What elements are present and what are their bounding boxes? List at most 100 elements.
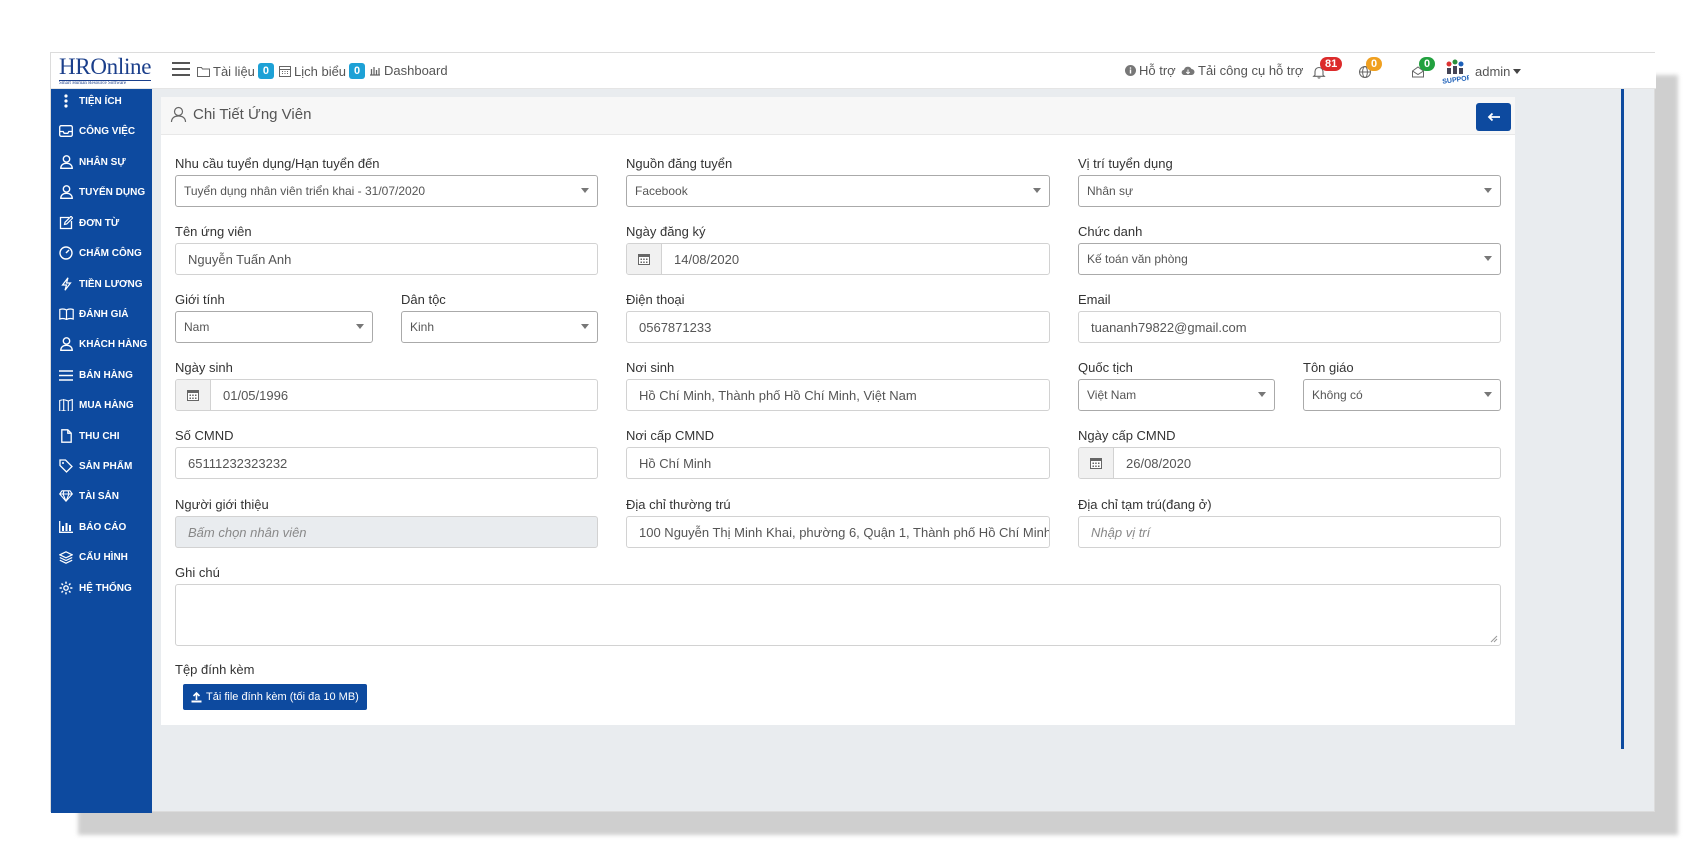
demand-select[interactable]: Tuyển dụng nhân viên triển khai - 31/07/… [175, 175, 598, 207]
brand-logo[interactable]: HROnline Smart Human Resource Software [59, 55, 153, 87]
sidebar-item-label: ĐƠN TỪ [79, 217, 120, 229]
sidebar-item-label: ĐÁNH GIÁ [79, 308, 129, 320]
position-label: Vị trí tuyển dụng [1078, 156, 1173, 171]
nav-dashboard[interactable]: Dashboard [369, 63, 448, 78]
position-select[interactable]: Nhân sự [1078, 175, 1501, 207]
demand-label: Nhu cầu tuyển dụng/Hạn tuyển đến [175, 156, 380, 171]
source-label: Nguồn đăng tuyển [626, 156, 733, 171]
resize-grip-icon[interactable] [1490, 635, 1498, 643]
chevron-down-icon [1033, 188, 1041, 193]
bar-chart-icon [58, 519, 74, 535]
file-icon [58, 428, 74, 444]
sidebar-item-cong-viec[interactable]: CÔNG VIỆC [58, 121, 152, 141]
app-window: HROnline Smart Human Resource Software T… [50, 52, 1656, 813]
birthplace-input[interactable]: Hồ Chí Minh, Thành phố Hồ Chí Minh, Việt… [626, 379, 1050, 411]
temp-address-label: Địa chỉ tạm trú(đang ở) [1078, 497, 1212, 512]
sidebar-item-khach-hang[interactable]: KHÁCH HÀNG [58, 334, 152, 354]
sidebar-item-danh-gia[interactable]: ĐÁNH GIÁ [58, 304, 152, 324]
job-title-label: Chức danh [1078, 224, 1143, 239]
download-tool-link[interactable]: Tải công cụ hỗ trợ [1181, 63, 1303, 78]
chevron-down-icon [1258, 392, 1266, 397]
id-number-label: Số CMND [175, 428, 234, 443]
sidebar-item-tai-san[interactable]: TÀI SẢN [58, 486, 152, 506]
register-date-input[interactable]: 14/08/2020 [626, 243, 1050, 275]
sidebar-item-san-pham[interactable]: SẢN PHẨM [58, 456, 152, 476]
sidebar-item-don-tu[interactable]: ĐƠN TỪ [58, 213, 152, 233]
globe-button[interactable]: 0 [1358, 57, 1383, 79]
brand-name: HROnline [59, 54, 152, 79]
menu-toggle-icon[interactable] [172, 62, 190, 78]
permanent-address-label: Địa chỉ thường trú [626, 497, 731, 512]
sidebar-item-he-thong[interactable]: HỆ THỐNG [58, 578, 152, 598]
nationality-select[interactable]: Việt Nam [1078, 379, 1275, 411]
note-textarea[interactable] [175, 584, 1501, 646]
religion-select[interactable]: Không có [1303, 379, 1501, 411]
sidebar-item-tien-luong[interactable]: TIỀN LƯƠNG [58, 274, 152, 294]
upload-attachment-label: Tải file đính kèm (tối đa 10 MB) [206, 691, 359, 703]
gender-label: Giới tính [175, 292, 225, 307]
upload-icon [191, 691, 202, 702]
list-icon [58, 367, 74, 383]
top-bar: HROnline Smart Human Resource Software T… [51, 53, 1656, 89]
ethnicity-label: Dân tộc [401, 292, 446, 307]
id-number-input[interactable]: 65111232323232 [175, 447, 598, 479]
candidate-detail-card: Chi Tiết Ứng Viên Nhu cầu tuyển dụng/Hạn… [161, 97, 1515, 725]
nationality-value: Việt Nam [1087, 388, 1137, 402]
nationality-label: Quốc tịch [1078, 360, 1133, 375]
messages-button[interactable]: 0 [1411, 57, 1436, 79]
sidebar-item-label: TIỀN LƯƠNG [79, 278, 143, 290]
sidebar-item-ban-hang[interactable]: BÁN HÀNG [58, 365, 152, 385]
source-select[interactable]: Facebook [626, 175, 1050, 207]
sidebar-item-label: MUA HÀNG [79, 399, 134, 411]
sidebar-item-label: NHÂN SỰ [79, 156, 126, 168]
ethnicity-value: Kinh [410, 320, 435, 334]
id-date-input[interactable]: 26/08/2020 [1078, 447, 1501, 479]
phone-input[interactable]: 0567871233 [626, 311, 1050, 343]
sidebar-item-label: SẢN PHẨM [79, 460, 133, 472]
sidebar-item-cau-hinh[interactable]: CẤU HÌNH [58, 547, 152, 567]
diamond-icon [58, 488, 74, 504]
user-name: admin [1475, 63, 1511, 79]
job-title-value: Kế toán văn phòng [1087, 252, 1188, 266]
chevron-down-icon [1484, 392, 1492, 397]
id-place-input[interactable]: Hồ Chí Minh [626, 447, 1050, 479]
back-button[interactable] [1476, 103, 1511, 131]
ethnicity-select[interactable]: Kinh [401, 311, 598, 343]
support-link[interactable]: Hỗ trợ [1125, 63, 1176, 78]
temp-address-input[interactable]: Nhập vị trí [1078, 516, 1501, 548]
support-label: Hỗ trợ [1139, 63, 1176, 78]
calendar-icon [279, 66, 291, 77]
birthplace-label: Nơi sinh [626, 360, 675, 375]
sidebar-item-tien-ich[interactable]: TIỆN ÍCH [58, 91, 152, 111]
register-date-value: 14/08/2020 [674, 251, 740, 267]
sidebar-item-label: THU CHI [79, 430, 120, 442]
attachment-label: Tệp đính kèm [175, 662, 255, 677]
upload-attachment-button[interactable]: Tải file đính kèm (tối đa 10 MB) [183, 684, 367, 710]
sidebar-item-nhan-su[interactable]: NHÂN SỰ [58, 152, 152, 172]
notifications-button[interactable]: 81 [1312, 57, 1343, 79]
sidebar-item-mua-hang[interactable]: MUA HÀNG [58, 395, 152, 415]
gender-select[interactable]: Nam [175, 311, 373, 343]
sidebar-item-tuyen-dung[interactable]: TUYỂN DỤNG [58, 182, 152, 202]
email-label: Email [1078, 292, 1111, 307]
religion-value: Không có [1312, 388, 1363, 402]
position-value: Nhân sự [1087, 184, 1134, 198]
calendar-icon [1079, 448, 1114, 478]
birthdate-input[interactable]: 01/05/1996 [175, 379, 598, 411]
calendar-count-badge: 0 [349, 63, 366, 79]
permanent-address-input[interactable]: 100 Nguyễn Thị Minh Khai, phường 6, Quận… [626, 516, 1050, 548]
sidebar-item-thu-chi[interactable]: THU CHI [58, 426, 152, 446]
sidebar-item-bao-cao[interactable]: BÁO CÁO [58, 517, 152, 537]
nav-documents[interactable]: Tài liệu 0 [197, 63, 275, 79]
referrer-input[interactable]: Bấm chọn nhân viên [175, 516, 598, 548]
inbox-icon [58, 123, 74, 139]
sidebar-item-cham-cong[interactable]: CHẤM CÔNG [58, 243, 152, 263]
name-input[interactable]: Nguyễn Tuấn Anh [175, 243, 598, 275]
email-input[interactable]: tuananh79822@gmail.com [1078, 311, 1501, 343]
svg-text:SUPPORT: SUPPORT [1442, 74, 1469, 84]
email-value: tuananh79822@gmail.com [1091, 319, 1247, 335]
layers-icon [58, 549, 74, 565]
nav-calendar[interactable]: Lịch biểu 0 [279, 63, 366, 79]
user-menu[interactable]: SUPPORT admin [1441, 58, 1522, 84]
job-title-select[interactable]: Kế toán văn phòng [1078, 243, 1501, 275]
